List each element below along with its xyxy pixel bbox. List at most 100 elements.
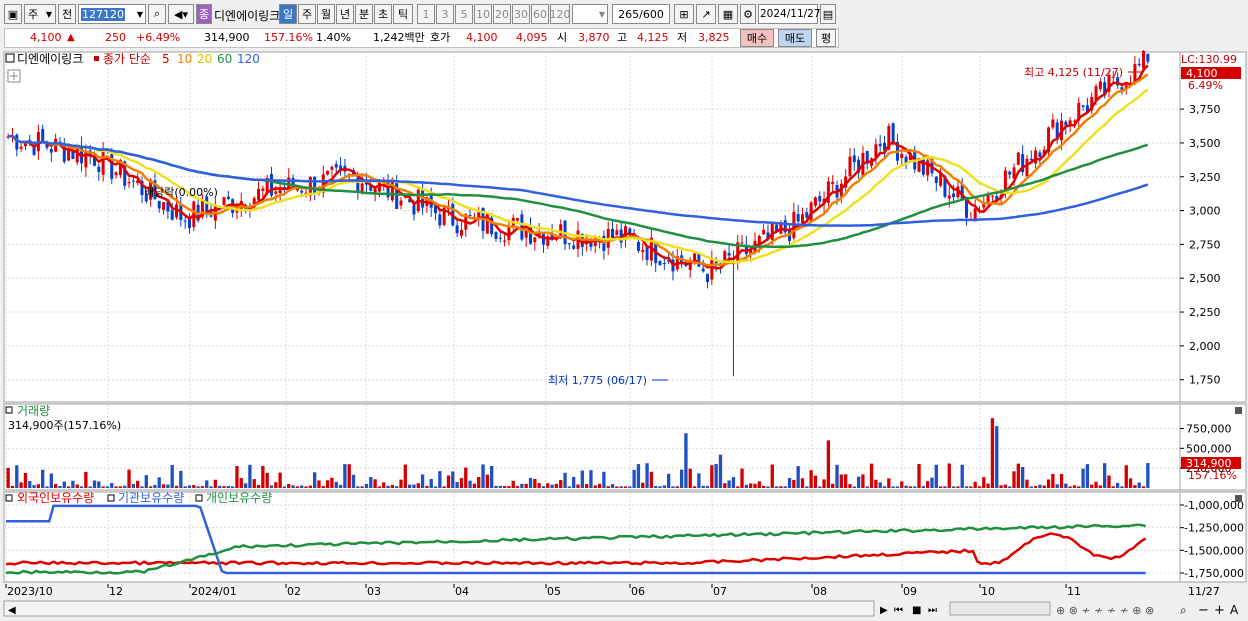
volume-bar — [559, 480, 563, 488]
stop-icon[interactable]: ■ — [912, 605, 921, 616]
flat-button[interactable]: 평 — [816, 29, 836, 47]
scroll-left-icon[interactable]: ◀ — [8, 605, 16, 616]
volume-value: 314,900 — [204, 31, 250, 44]
period-year[interactable]: 년 — [336, 4, 354, 24]
interval-60[interactable]: 60 — [531, 4, 549, 24]
draw-tool-icon[interactable]: ↗ — [696, 4, 716, 24]
volume-bar — [256, 485, 261, 488]
volume-bar — [593, 485, 597, 488]
volume-bar — [334, 481, 338, 488]
horizontal-scrollbar[interactable] — [3, 600, 875, 617]
first-page-icon[interactable]: ⏮ — [894, 605, 903, 616]
sell-button[interactable]: 매도 — [778, 29, 812, 47]
turnover-value: 1.40% — [316, 31, 351, 44]
x-tick-label: 02 — [287, 585, 301, 598]
volume-bar — [118, 486, 123, 488]
window-menu-icon[interactable]: ▣ — [4, 4, 22, 24]
zoom-in-icon[interactable]: + — [1214, 603, 1225, 618]
candle-body — [274, 191, 278, 194]
volume-bar — [986, 483, 990, 488]
date-input[interactable]: 2024/11/27 — [758, 4, 821, 24]
volume-bar — [887, 478, 891, 488]
volume-bar — [688, 468, 692, 488]
change-pct: +6.49% — [136, 31, 181, 44]
candle-body — [1098, 81, 1102, 90]
candle-body — [507, 225, 511, 241]
volume-bar — [304, 486, 308, 488]
volume-bar — [813, 475, 818, 488]
x-tick-label: 07 — [713, 585, 727, 598]
speaker-icon[interactable]: ◀▾ — [168, 4, 194, 24]
legend-marker — [94, 56, 99, 61]
volume-bar — [662, 485, 666, 488]
period-week[interactable]: 주 — [298, 4, 316, 24]
interval-10[interactable]: 10 — [474, 4, 492, 24]
period-second[interactable]: 초 — [374, 4, 392, 24]
last-page-icon[interactable]: ⏭ — [928, 605, 937, 616]
volume-bar — [75, 484, 79, 488]
buy-button[interactable]: 매수 — [740, 29, 774, 47]
holding-panel-close-icon[interactable] — [1235, 495, 1242, 502]
chart-area[interactable]: 디엔에이링크 종가 단순 5 10 20 60 120 최고 4,125 (11… — [0, 50, 1248, 621]
volume-bar — [900, 481, 904, 488]
code-input[interactable]: 127120 ▼ — [78, 4, 146, 24]
market-select[interactable]: 주 ▼ — [24, 4, 56, 24]
period-month[interactable]: 월 — [317, 4, 335, 24]
volume-bar — [1020, 467, 1025, 488]
interval-1[interactable]: 1 — [417, 4, 435, 24]
open-label: 시 — [557, 31, 568, 44]
prev-button[interactable]: 전 — [58, 4, 76, 24]
volume-bar — [110, 482, 114, 488]
holding-tick-label: -1,500,000 — [1184, 544, 1244, 557]
fn-badge[interactable]: 종 — [196, 4, 212, 24]
candle-body — [269, 174, 273, 196]
chart-type-icon[interactable]: ⊞ — [674, 4, 694, 24]
interval-30[interactable]: 30 — [512, 4, 530, 24]
scroll-right-icon[interactable]: ▶ — [880, 605, 888, 616]
volume-bar — [429, 479, 433, 488]
text-tool-icon[interactable]: A — [1230, 603, 1239, 617]
volume-panel-close-icon[interactable] — [1235, 407, 1242, 414]
volume-bar — [926, 481, 930, 488]
price-tick-label: 2,750 — [1189, 238, 1221, 251]
count-input[interactable]: 265/600 — [612, 4, 670, 24]
volume-bar — [252, 479, 256, 488]
interval-select[interactable]: ▼ — [572, 4, 608, 24]
volume-bar — [261, 466, 265, 488]
interval-120[interactable]: 120 — [550, 4, 571, 24]
interval-5[interactable]: 5 — [455, 4, 473, 24]
volume-bar — [757, 481, 761, 488]
tool-icons[interactable]: ⊕ ⊗ ≁ ≁ ≁ ≁ ⊕ ⊗ — [1056, 604, 1154, 617]
period-minute[interactable]: 분 — [355, 4, 373, 24]
volume-bar — [438, 471, 442, 488]
zoom-out-icon[interactable]: − — [1198, 603, 1209, 618]
search-icon[interactable]: ⌕ — [148, 4, 166, 24]
volume-bar — [632, 469, 636, 488]
price-tick-label: 3,250 — [1189, 171, 1221, 184]
interval-3[interactable]: 3 — [436, 4, 454, 24]
x-tick-label: 2023/10 — [7, 585, 53, 598]
volume-bar — [183, 486, 187, 488]
calendar-icon[interactable]: ▤ — [820, 4, 836, 24]
volume-bar — [710, 465, 714, 488]
layout-icon[interactable]: ▦ — [718, 4, 738, 24]
low-value: 3,825 — [698, 31, 730, 44]
x-tick-label: 11 — [1067, 585, 1081, 598]
volume-bar — [15, 465, 19, 488]
current-pct-label: 6.49% — [1188, 79, 1223, 92]
gear-icon[interactable]: ⚙ — [740, 4, 756, 24]
volume-bar — [101, 486, 105, 488]
volume-bar — [969, 486, 973, 488]
zoom-slider[interactable] — [949, 601, 1051, 616]
volume-bar — [433, 486, 438, 488]
volume-bar — [395, 486, 399, 488]
period-day[interactable]: 일 — [279, 4, 297, 24]
volume-bar — [84, 471, 88, 488]
ma-legend-5: 5 — [162, 52, 170, 66]
candle-body — [114, 172, 118, 176]
zoom-search-icon[interactable]: ⌕ — [1180, 603, 1187, 617]
volume-bar — [390, 484, 395, 488]
interval-20[interactable]: 20 — [493, 4, 511, 24]
period-tick[interactable]: 틱 — [393, 4, 413, 24]
volume-bar — [343, 464, 347, 488]
